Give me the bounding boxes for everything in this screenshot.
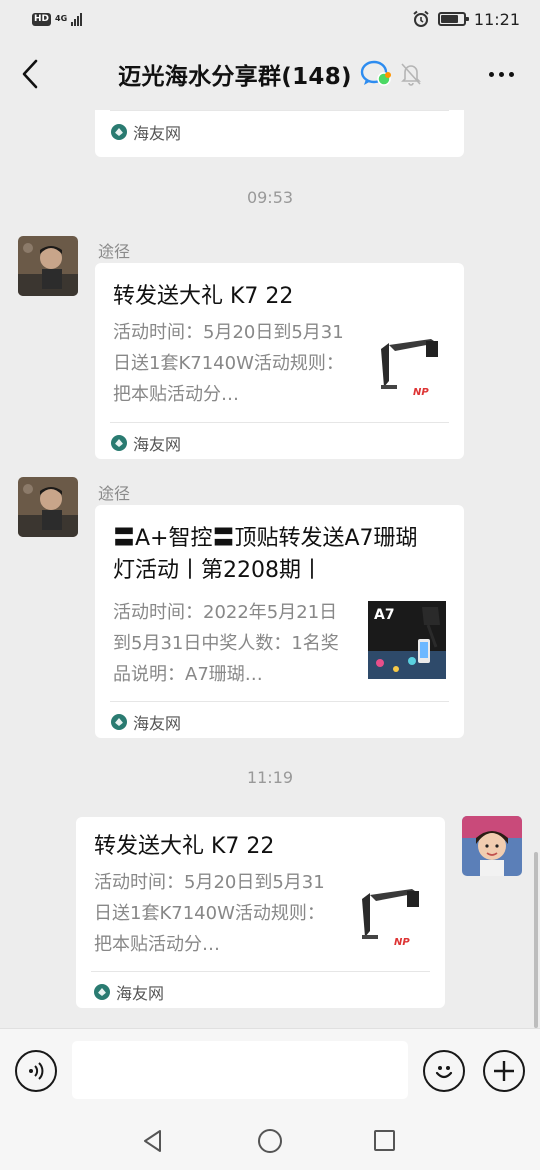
lamp-product-image: NP bbox=[352, 879, 430, 957]
card-divider bbox=[110, 701, 449, 702]
more-dots-icon bbox=[488, 71, 494, 77]
status-left: HD 4G bbox=[32, 12, 83, 26]
emoji-button[interactable] bbox=[423, 1050, 465, 1092]
more-functions-button[interactable] bbox=[483, 1050, 525, 1092]
back-button[interactable] bbox=[14, 56, 46, 92]
message-input[interactable] bbox=[72, 1041, 408, 1099]
battery-icon bbox=[437, 12, 469, 26]
status-bar: HD 4G 11:21 bbox=[0, 0, 540, 38]
alarm-icon bbox=[413, 10, 429, 27]
card-desc: 活动时间：5月20日到5月31日送1套K7140W活动规则：把本贴活动分… bbox=[94, 872, 325, 955]
avatar-self[interactable] bbox=[462, 816, 522, 876]
card-source: 海友网 bbox=[111, 120, 181, 144]
card-title: 〓A+智控〓顶贴转发送A7珊瑚灯活动丨第2208期丨 bbox=[113, 526, 418, 583]
message-card[interactable]: 〓A+智控〓顶贴转发送A7珊瑚灯活动丨第2208期丨 活动时间：2022年5月2… bbox=[95, 505, 464, 738]
message-card-partial[interactable]: 海友网 bbox=[95, 110, 464, 157]
card-source: 海友网 bbox=[111, 710, 181, 734]
timestamp: 09:53 bbox=[246, 188, 294, 207]
chevron-left-icon bbox=[22, 59, 38, 89]
nav-back-icon[interactable] bbox=[142, 1129, 164, 1153]
message-card-self[interactable]: 转发送大礼 K7 22 活动时间：5月20日到5月31日送1套K7140W活动规… bbox=[76, 817, 445, 1008]
svg-text:NP: NP bbox=[394, 937, 410, 948]
source-logo-icon bbox=[111, 435, 127, 451]
card-source: 海友网 bbox=[111, 431, 181, 455]
avatar[interactable] bbox=[18, 236, 78, 296]
chat-header: 迈光海水分享群(148) bbox=[0, 38, 540, 110]
system-nav-bar bbox=[0, 1112, 540, 1170]
source-logo-icon bbox=[111, 124, 127, 140]
card-desc: 活动时间：2022年5月21日到5月31日中奖人数：1名奖品说明：A7珊瑚… bbox=[113, 602, 339, 685]
network-type: 4G bbox=[55, 14, 68, 23]
page-title[interactable]: 迈光海水分享群(148) bbox=[118, 57, 352, 91]
title-wrap: 迈光海水分享群(148) bbox=[118, 57, 422, 91]
nav-recent-icon[interactable] bbox=[374, 1130, 395, 1151]
nav-home-icon[interactable] bbox=[258, 1129, 282, 1153]
emoji-icon bbox=[435, 1066, 453, 1079]
card-title: 转发送大礼 K7 22 bbox=[94, 834, 275, 859]
lamp-product-image: NP bbox=[371, 329, 449, 407]
card-source-label: 海友网 bbox=[133, 714, 182, 733]
card-source: 海友网 bbox=[94, 980, 164, 1004]
card-source-label: 海友网 bbox=[133, 435, 182, 454]
svg-text:NP: NP bbox=[413, 387, 429, 398]
avatar[interactable] bbox=[18, 477, 78, 537]
sender-name: 途径 bbox=[98, 484, 131, 503]
message-card[interactable]: 转发送大礼 K7 22 活动时间：5月20日到5月31日送1套K7140W活动规… bbox=[95, 263, 464, 459]
timestamp: 11:19 bbox=[246, 768, 294, 787]
source-logo-icon bbox=[111, 714, 127, 730]
card-divider bbox=[110, 110, 449, 111]
scrollbar[interactable] bbox=[534, 852, 538, 1028]
card-source-label: 海友网 bbox=[116, 984, 165, 1003]
signal-icon bbox=[71, 12, 83, 26]
a7-product-image: A7 bbox=[368, 601, 446, 679]
thumb-label: A7 bbox=[374, 607, 395, 623]
card-divider bbox=[91, 971, 430, 972]
status-time: 11:21 bbox=[473, 9, 520, 29]
source-logo-icon bbox=[94, 984, 110, 1000]
input-bar bbox=[0, 1028, 540, 1112]
voice-button[interactable] bbox=[15, 1050, 57, 1092]
status-right: 11:21 bbox=[412, 10, 520, 29]
card-desc: 活动时间：5月20日到5月31日送1套K7140W活动规则：把本贴活动分… bbox=[113, 322, 344, 405]
hd-badge: HD bbox=[32, 12, 52, 26]
voice-icon bbox=[29, 1062, 44, 1080]
more-options-button[interactable] bbox=[484, 58, 518, 90]
card-source-label: 海友网 bbox=[133, 124, 182, 143]
mute-bell-icon bbox=[400, 63, 421, 86]
group-chat-icon bbox=[360, 60, 391, 86]
card-divider bbox=[110, 422, 449, 423]
card-title: 转发送大礼 K7 22 bbox=[113, 284, 294, 309]
plus-icon bbox=[494, 1061, 514, 1081]
chat-area[interactable]: 海友网 09:53 途径 转发送大礼 K7 22 活动时间：5月20日到5月31… bbox=[0, 110, 540, 1028]
sender-name: 途径 bbox=[98, 242, 131, 261]
